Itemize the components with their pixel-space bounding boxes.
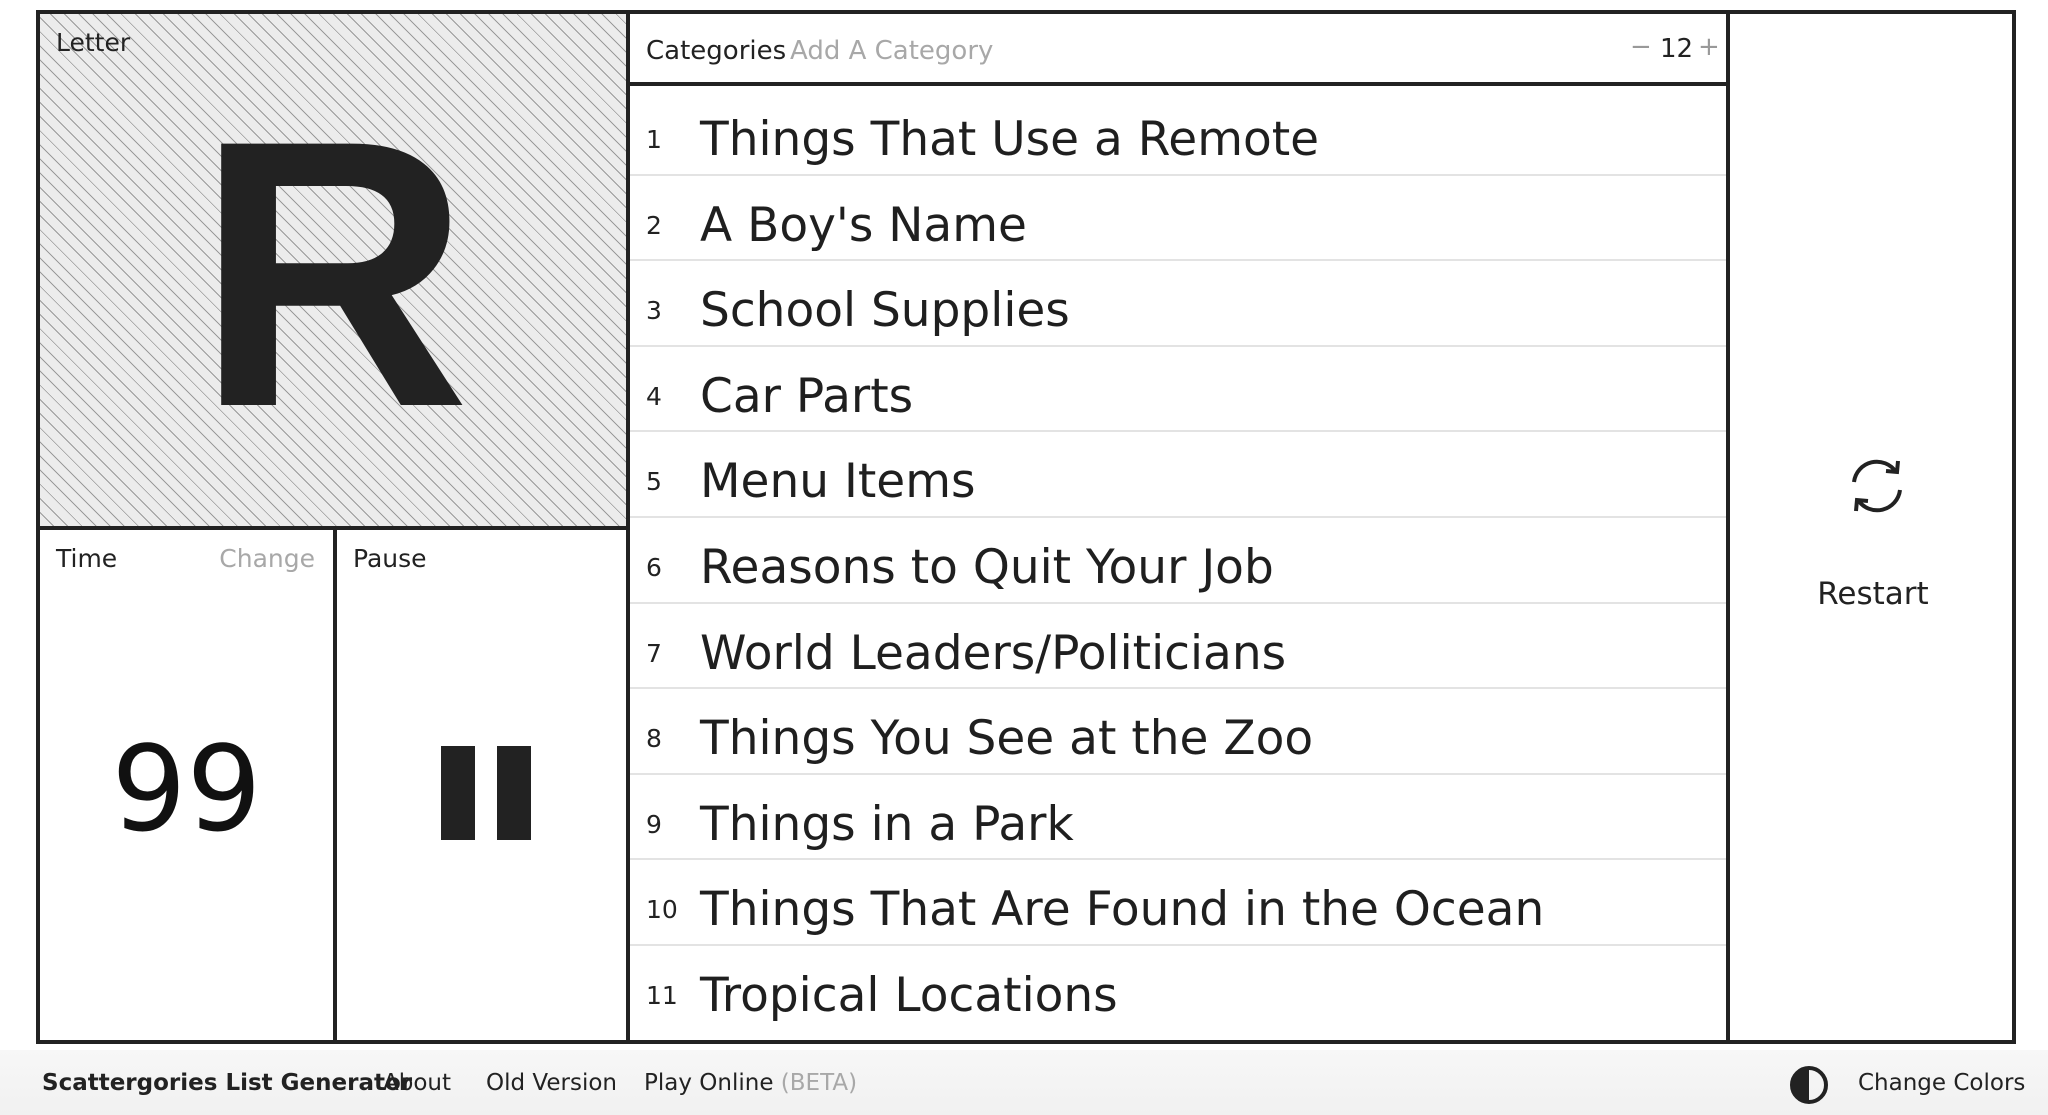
brand-link[interactable]: Scattergories List Generator xyxy=(42,1070,412,1096)
category-text: Reasons to Quit Your Job xyxy=(700,539,1274,595)
category-number: 10 xyxy=(646,895,678,925)
game-board: Letter R Time Change 99 Pause Categories… xyxy=(36,10,2016,1044)
category-item: 10 Things That Are Found in the Ocean xyxy=(630,860,1726,946)
pause-button[interactable]: Pause xyxy=(337,530,630,1044)
add-category-link[interactable]: Add A Category xyxy=(790,36,993,66)
category-text: Things You See at the Zoo xyxy=(700,711,1314,767)
category-count: 12 xyxy=(1660,34,1694,64)
categories-title: Categories xyxy=(646,36,787,66)
timer-value: 99 xyxy=(111,720,262,858)
category-item: 11 Tropical Locations xyxy=(630,946,1726,1032)
restart-button[interactable]: Restart xyxy=(1730,14,2016,1044)
category-text: Car Parts xyxy=(700,368,914,424)
category-text: A Boy's Name xyxy=(700,197,1027,253)
current-letter: R xyxy=(195,61,471,486)
category-number: 8 xyxy=(646,724,662,754)
category-item: 9 Things in a Park xyxy=(630,775,1726,861)
category-list: 1 Things That Use a Remote 2A Boy's Name … xyxy=(630,90,1726,1032)
category-item: 4 Car Parts xyxy=(630,347,1726,433)
category-item: 2 A Boy's Name xyxy=(630,176,1726,262)
category-number: 2 xyxy=(646,210,662,240)
category-text: Menu Items xyxy=(700,454,976,510)
about-link[interactable]: About xyxy=(383,1070,451,1096)
pause-icon xyxy=(441,746,531,840)
category-number: 3 xyxy=(646,296,662,326)
category-number: 7 xyxy=(646,638,662,668)
play-online-link[interactable]: Play Online (BETA) xyxy=(644,1070,857,1096)
old-version-link[interactable]: Old Version xyxy=(486,1070,617,1096)
decrease-count-button[interactable]: − xyxy=(1630,32,1652,62)
category-item: 1 Things That Use a Remote xyxy=(630,90,1726,176)
category-number: 11 xyxy=(646,980,678,1010)
category-text: Things That Use a Remote xyxy=(700,112,1320,167)
beta-badge: (BETA) xyxy=(780,1070,858,1096)
refresh-icon xyxy=(1852,459,1902,513)
change-colors-link[interactable]: Change Colors xyxy=(1858,1070,2025,1096)
contrast-icon[interactable] xyxy=(1789,1065,1829,1105)
category-number: 9 xyxy=(646,809,662,839)
category-item: 3 School Supplies xyxy=(630,261,1726,347)
restart-label: Restart xyxy=(1817,576,1929,612)
category-number: 1 xyxy=(646,125,662,154)
play-online-label: Play Online xyxy=(644,1070,774,1096)
time-label: Time xyxy=(56,544,118,573)
increase-count-button[interactable]: + xyxy=(1698,32,1720,62)
pause-label: Pause xyxy=(353,544,427,573)
category-number: 5 xyxy=(646,467,662,497)
category-item: 5 Menu Items xyxy=(630,432,1726,518)
category-text: World Leaders/Politicians xyxy=(700,625,1287,681)
category-text: Tropical Locations xyxy=(700,967,1118,1023)
category-item: 6 Reasons to Quit Your Job xyxy=(630,518,1726,604)
category-item: 7 World Leaders/Politicians xyxy=(630,604,1726,690)
categories-panel: Categories Add A Category − 12 + 1 Things… xyxy=(630,14,1730,1044)
category-text: School Supplies xyxy=(700,283,1070,339)
category-item: 8 Things You See at the Zoo xyxy=(630,689,1726,775)
time-panel: Time Change 99 xyxy=(40,530,337,1044)
letter-label: Letter xyxy=(56,28,131,57)
category-number: 4 xyxy=(646,381,662,411)
category-text: Things in a Park xyxy=(700,796,1074,852)
change-time-link[interactable]: Change xyxy=(219,544,315,573)
category-number: 6 xyxy=(646,552,662,582)
categories-header: Categories Add A Category − 12 + xyxy=(630,14,1726,86)
category-text: Things That Are Found in the Ocean xyxy=(700,882,1545,938)
letter-panel: Letter R xyxy=(40,14,630,530)
footer: Scattergories List Generator About Old V… xyxy=(0,1050,2048,1115)
